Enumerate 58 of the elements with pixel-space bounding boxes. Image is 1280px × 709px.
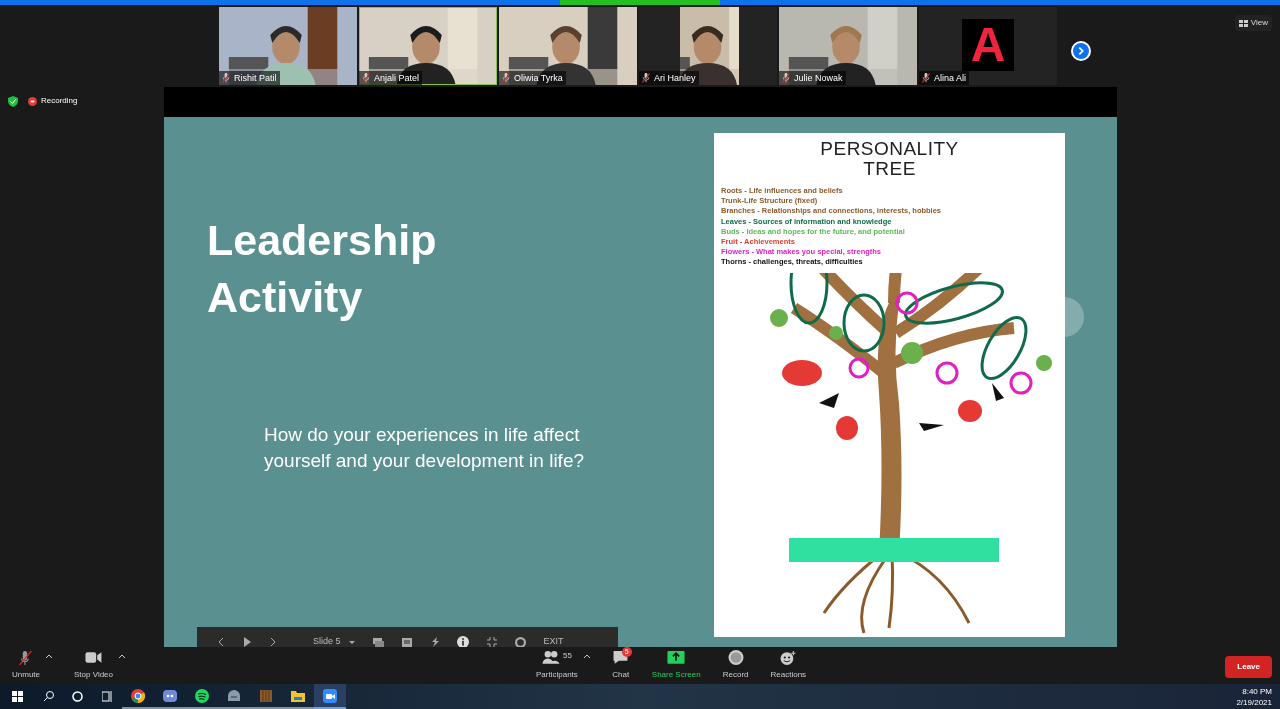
video-camera-icon [84,650,103,666]
exit-button[interactable]: EXIT [543,635,564,647]
task-view-icon[interactable] [102,691,113,702]
participant-name: Rishit Patil [234,73,277,83]
share-screen-button[interactable]: Share Screen [651,650,701,681]
caret-up-icon[interactable] [119,654,125,659]
caret-up-icon[interactable] [583,654,590,659]
caret-up-icon[interactable] [46,654,52,659]
next-icon[interactable] [269,637,277,647]
windows-start-icon[interactable] [12,691,23,702]
participant-name: Anjali Patel [374,73,420,83]
view-button[interactable]: View [1234,15,1272,31]
avatar-letter: A [970,21,1006,69]
slide-title: Leadership Activity [207,215,438,323]
participants-button[interactable]: 55 Participants [536,650,578,681]
taskbar-clock[interactable]: 8:40 PM 2/19/2021 [1236,686,1272,708]
slide-selector[interactable]: Slide 5 [313,635,355,647]
next-page-button[interactable] [1071,41,1091,61]
crate-icon [258,687,274,704]
record-icon [726,650,745,666]
participant-name: Alina Ali [934,73,967,83]
previous-icon[interactable] [217,637,225,647]
spotify-icon [194,687,210,704]
slide-question: How do your experiences in life affect yourself and your development in life? [264,423,586,473]
leave-button[interactable]: Leave [1225,656,1272,678]
unmute-button[interactable]: Unmute [12,650,40,681]
participant-count: 55 [562,650,572,662]
participant-name: Ari Hanley [654,73,696,83]
caret-icon [348,640,355,644]
record-button[interactable]: Record [722,650,749,681]
recording-indicator: Recording [28,95,78,107]
stop-video-button[interactable]: Stop Video [74,650,113,681]
chevron-right-icon [1073,43,1089,59]
reactions-button[interactable]: Reactions [770,650,807,681]
play-icon[interactable] [243,637,251,647]
notes-icon[interactable] [401,637,412,647]
grid-icon [1238,19,1248,27]
exit-fullscreen-icon[interactable] [486,637,497,647]
settings-icon[interactable] [514,636,526,647]
shield-icon [8,95,18,107]
info-icon[interactable] [456,636,469,647]
cortana-circle-icon[interactable] [72,691,83,702]
participant-name: Julie Nowak [794,73,843,83]
video-camera-icon [322,687,338,704]
record-icon [28,96,37,106]
poster-title: TREE [863,159,916,179]
comments-icon[interactable] [372,637,384,647]
chrome-icon [130,687,146,704]
poster-title: PERSONALITY [820,139,959,159]
muted-microphone-icon [17,650,35,666]
search-icon[interactable] [43,691,54,702]
taskbar-app-button[interactable] [314,684,346,709]
people-icon [541,650,560,666]
helmet-icon [226,687,242,704]
participant-name: Oliwia Tyrka [514,73,563,83]
share-screen-icon [667,650,686,666]
discord-icon [162,687,178,704]
smiley-icon [779,650,798,666]
